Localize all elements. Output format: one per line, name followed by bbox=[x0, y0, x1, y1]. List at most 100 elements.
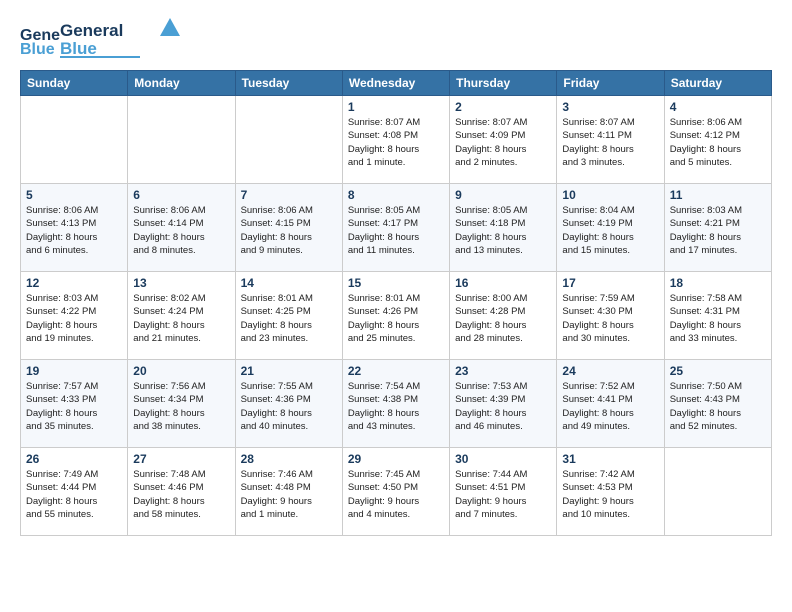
weekday-header-monday: Monday bbox=[128, 71, 235, 96]
day-info: Sunrise: 7:46 AM Sunset: 4:48 PM Dayligh… bbox=[241, 468, 337, 521]
day-info: Sunrise: 7:58 AM Sunset: 4:31 PM Dayligh… bbox=[670, 292, 766, 345]
day-number: 11 bbox=[670, 188, 766, 202]
day-info: Sunrise: 8:07 AM Sunset: 4:08 PM Dayligh… bbox=[348, 116, 444, 169]
day-info: Sunrise: 8:03 AM Sunset: 4:21 PM Dayligh… bbox=[670, 204, 766, 257]
calendar-cell: 15 Sunrise: 8:01 AM Sunset: 4:26 PM Dayli… bbox=[342, 272, 449, 360]
day-number: 23 bbox=[455, 364, 551, 378]
day-info: Sunrise: 8:07 AM Sunset: 4:11 PM Dayligh… bbox=[562, 116, 658, 169]
day-number: 30 bbox=[455, 452, 551, 466]
week-row-4: 19 Sunrise: 7:57 AM Sunset: 4:33 PM Dayli… bbox=[21, 360, 772, 448]
day-info: Sunrise: 8:02 AM Sunset: 4:24 PM Dayligh… bbox=[133, 292, 229, 345]
calendar-cell: 9 Sunrise: 8:05 AM Sunset: 4:18 PM Daylig… bbox=[450, 184, 557, 272]
day-number: 28 bbox=[241, 452, 337, 466]
header: General Blue General Blue bbox=[20, 16, 772, 60]
day-number: 15 bbox=[348, 276, 444, 290]
day-number: 25 bbox=[670, 364, 766, 378]
weekday-header-saturday: Saturday bbox=[664, 71, 771, 96]
day-number: 17 bbox=[562, 276, 658, 290]
logo: General Blue General Blue bbox=[20, 16, 180, 60]
day-number: 8 bbox=[348, 188, 444, 202]
day-number: 29 bbox=[348, 452, 444, 466]
week-row-1: 1 Sunrise: 8:07 AM Sunset: 4:08 PM Daylig… bbox=[21, 96, 772, 184]
calendar-cell: 27 Sunrise: 7:48 AM Sunset: 4:46 PM Dayli… bbox=[128, 448, 235, 536]
weekday-header-tuesday: Tuesday bbox=[235, 71, 342, 96]
day-number: 3 bbox=[562, 100, 658, 114]
calendar-cell bbox=[235, 96, 342, 184]
day-info: Sunrise: 7:50 AM Sunset: 4:43 PM Dayligh… bbox=[670, 380, 766, 433]
calendar-cell: 11 Sunrise: 8:03 AM Sunset: 4:21 PM Dayli… bbox=[664, 184, 771, 272]
weekday-header-row: SundayMondayTuesdayWednesdayThursdayFrid… bbox=[21, 71, 772, 96]
day-info: Sunrise: 8:01 AM Sunset: 4:26 PM Dayligh… bbox=[348, 292, 444, 345]
day-number: 31 bbox=[562, 452, 658, 466]
day-number: 27 bbox=[133, 452, 229, 466]
calendar-cell: 1 Sunrise: 8:07 AM Sunset: 4:08 PM Daylig… bbox=[342, 96, 449, 184]
day-number: 16 bbox=[455, 276, 551, 290]
weekday-header-thursday: Thursday bbox=[450, 71, 557, 96]
week-row-3: 12Sunrise: 8:03 AM Sunset: 4:22 PM Dayli… bbox=[21, 272, 772, 360]
day-number: 9 bbox=[455, 188, 551, 202]
day-number: 21 bbox=[241, 364, 337, 378]
day-number: 2 bbox=[455, 100, 551, 114]
day-info: Sunrise: 7:57 AM Sunset: 4:33 PM Dayligh… bbox=[26, 380, 122, 433]
day-info: Sunrise: 7:45 AM Sunset: 4:50 PM Dayligh… bbox=[348, 468, 444, 521]
day-number: 20 bbox=[133, 364, 229, 378]
day-info: Sunrise: 8:05 AM Sunset: 4:17 PM Dayligh… bbox=[348, 204, 444, 257]
calendar-cell: 5Sunrise: 8:06 AM Sunset: 4:13 PM Daylig… bbox=[21, 184, 128, 272]
svg-text:Blue: Blue bbox=[20, 41, 55, 58]
calendar-cell: 25 Sunrise: 7:50 AM Sunset: 4:43 PM Dayli… bbox=[664, 360, 771, 448]
weekday-header-friday: Friday bbox=[557, 71, 664, 96]
calendar-cell: 30 Sunrise: 7:44 AM Sunset: 4:51 PM Dayli… bbox=[450, 448, 557, 536]
week-row-5: 26Sunrise: 7:49 AM Sunset: 4:44 PM Dayli… bbox=[21, 448, 772, 536]
day-info: Sunrise: 8:00 AM Sunset: 4:28 PM Dayligh… bbox=[455, 292, 551, 345]
calendar-cell: 31 Sunrise: 7:42 AM Sunset: 4:53 PM Dayli… bbox=[557, 448, 664, 536]
day-info: Sunrise: 8:05 AM Sunset: 4:18 PM Dayligh… bbox=[455, 204, 551, 257]
day-info: Sunrise: 7:56 AM Sunset: 4:34 PM Dayligh… bbox=[133, 380, 229, 433]
day-number: 12 bbox=[26, 276, 122, 290]
day-info: Sunrise: 7:48 AM Sunset: 4:46 PM Dayligh… bbox=[133, 468, 229, 521]
day-info: Sunrise: 8:06 AM Sunset: 4:12 PM Dayligh… bbox=[670, 116, 766, 169]
weekday-header-sunday: Sunday bbox=[21, 71, 128, 96]
calendar-cell: 8 Sunrise: 8:05 AM Sunset: 4:17 PM Daylig… bbox=[342, 184, 449, 272]
day-number: 1 bbox=[348, 100, 444, 114]
day-info: Sunrise: 7:54 AM Sunset: 4:38 PM Dayligh… bbox=[348, 380, 444, 433]
calendar-cell: 2 Sunrise: 8:07 AM Sunset: 4:09 PM Daylig… bbox=[450, 96, 557, 184]
day-info: Sunrise: 8:06 AM Sunset: 4:15 PM Dayligh… bbox=[241, 204, 337, 257]
day-info: Sunrise: 7:59 AM Sunset: 4:30 PM Dayligh… bbox=[562, 292, 658, 345]
day-info: Sunrise: 8:04 AM Sunset: 4:19 PM Dayligh… bbox=[562, 204, 658, 257]
calendar-cell: 29 Sunrise: 7:45 AM Sunset: 4:50 PM Dayli… bbox=[342, 448, 449, 536]
day-info: Sunrise: 8:01 AM Sunset: 4:25 PM Dayligh… bbox=[241, 292, 337, 345]
calendar-cell: 23Sunrise: 7:53 AM Sunset: 4:39 PM Dayli… bbox=[450, 360, 557, 448]
day-number: 13 bbox=[133, 276, 229, 290]
calendar-cell bbox=[128, 96, 235, 184]
day-info: Sunrise: 8:07 AM Sunset: 4:09 PM Dayligh… bbox=[455, 116, 551, 169]
day-number: 19 bbox=[26, 364, 122, 378]
calendar-cell: 7 Sunrise: 8:06 AM Sunset: 4:15 PM Daylig… bbox=[235, 184, 342, 272]
calendar-cell: 6Sunrise: 8:06 AM Sunset: 4:14 PM Daylig… bbox=[128, 184, 235, 272]
day-number: 7 bbox=[241, 188, 337, 202]
svg-text:General: General bbox=[60, 21, 123, 40]
week-row-2: 5Sunrise: 8:06 AM Sunset: 4:13 PM Daylig… bbox=[21, 184, 772, 272]
svg-text:Blue: Blue bbox=[60, 39, 97, 58]
calendar-cell: 14 Sunrise: 8:01 AM Sunset: 4:25 PM Dayli… bbox=[235, 272, 342, 360]
day-info: Sunrise: 8:06 AM Sunset: 4:14 PM Dayligh… bbox=[133, 204, 229, 257]
logo-svg: General Blue bbox=[60, 16, 180, 60]
calendar-cell: 12Sunrise: 8:03 AM Sunset: 4:22 PM Dayli… bbox=[21, 272, 128, 360]
day-number: 4 bbox=[670, 100, 766, 114]
calendar-cell: 3 Sunrise: 8:07 AM Sunset: 4:11 PM Daylig… bbox=[557, 96, 664, 184]
calendar-cell: 21Sunrise: 7:55 AM Sunset: 4:36 PM Dayli… bbox=[235, 360, 342, 448]
day-info: Sunrise: 7:52 AM Sunset: 4:41 PM Dayligh… bbox=[562, 380, 658, 433]
calendar-cell: 22 Sunrise: 7:54 AM Sunset: 4:38 PM Dayli… bbox=[342, 360, 449, 448]
calendar-cell: 19 Sunrise: 7:57 AM Sunset: 4:33 PM Dayli… bbox=[21, 360, 128, 448]
calendar-cell: 16 Sunrise: 8:00 AM Sunset: 4:28 PM Dayli… bbox=[450, 272, 557, 360]
day-number: 22 bbox=[348, 364, 444, 378]
day-info: Sunrise: 7:44 AM Sunset: 4:51 PM Dayligh… bbox=[455, 468, 551, 521]
calendar-cell: 10Sunrise: 8:04 AM Sunset: 4:19 PM Dayli… bbox=[557, 184, 664, 272]
calendar-cell: 4 Sunrise: 8:06 AM Sunset: 4:12 PM Daylig… bbox=[664, 96, 771, 184]
day-info: Sunrise: 7:42 AM Sunset: 4:53 PM Dayligh… bbox=[562, 468, 658, 521]
calendar-cell: 17 Sunrise: 7:59 AM Sunset: 4:30 PM Dayli… bbox=[557, 272, 664, 360]
calendar-cell bbox=[21, 96, 128, 184]
calendar-cell: 20 Sunrise: 7:56 AM Sunset: 4:34 PM Dayli… bbox=[128, 360, 235, 448]
day-number: 5 bbox=[26, 188, 122, 202]
day-number: 14 bbox=[241, 276, 337, 290]
calendar-cell: 26Sunrise: 7:49 AM Sunset: 4:44 PM Dayli… bbox=[21, 448, 128, 536]
